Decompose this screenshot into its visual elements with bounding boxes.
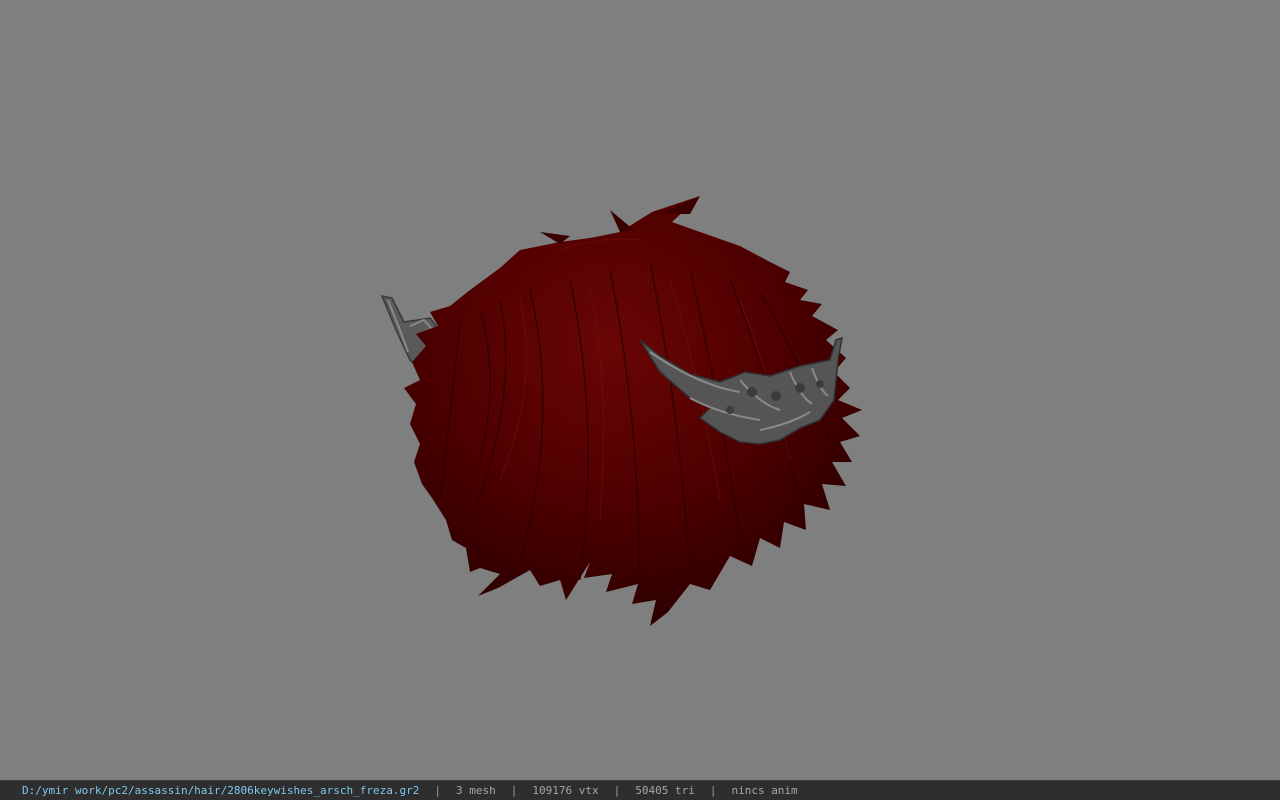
status-separator: | [434, 784, 441, 797]
status-separator: | [510, 784, 518, 797]
triangle-count: 50405 tri [635, 784, 695, 797]
status-separator: | [613, 784, 621, 797]
status-separator: | [709, 784, 717, 797]
mesh-count: 3 mesh [455, 784, 496, 797]
vertex-count: 109176 vtx [532, 784, 599, 797]
model-file-path: D:/ymir work/pc2/assassin/hair/2806keywi… [22, 784, 420, 797]
animation-status: nincs anim [731, 784, 798, 797]
3d-viewport[interactable] [0, 0, 1280, 780]
hair-model-render [380, 196, 862, 626]
status-bar: D:/ymir work/pc2/assassin/hair/2806keywi… [0, 780, 1280, 800]
